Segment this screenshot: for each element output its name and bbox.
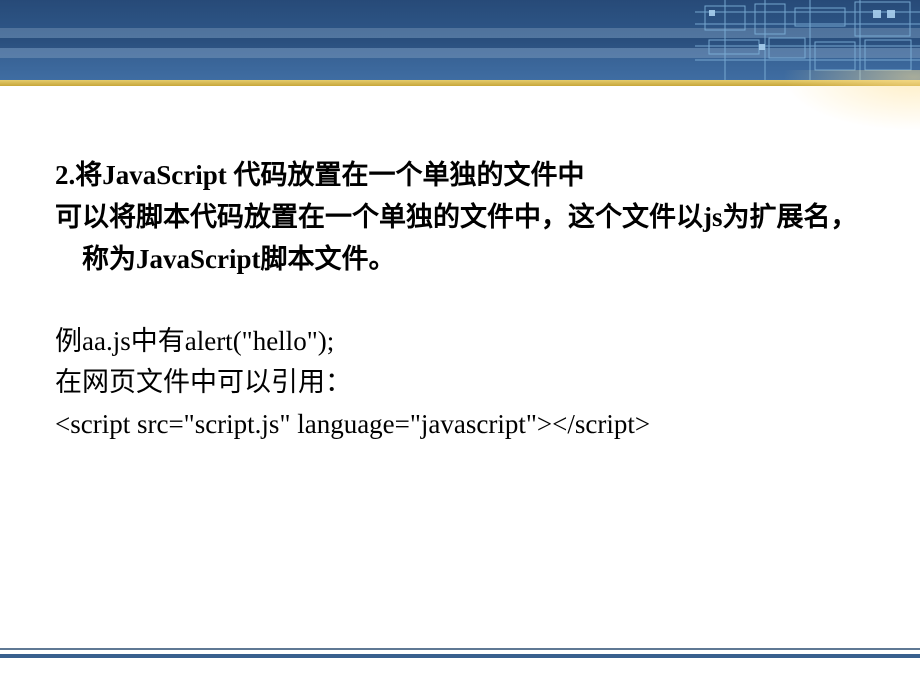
slide-body: 2.将JavaScript 代码放置在一个单独的文件中 可以将脚本代码放置在一个… — [55, 155, 875, 446]
slide-banner — [0, 0, 920, 98]
circuit-decoration — [695, 0, 920, 80]
spacer — [55, 281, 875, 321]
banner-gold-line — [0, 80, 920, 86]
example-line-2: 在网页文件中可以引用： — [55, 362, 875, 404]
example-code: <script src="script.js" language="javasc… — [55, 404, 875, 446]
example-line-1: 例aa.js中有alert("hello"); — [55, 321, 875, 363]
slide-heading: 2.将JavaScript 代码放置在一个单独的文件中 — [55, 155, 875, 197]
slide-footer-lines — [0, 648, 920, 658]
slide-intro: 可以将脚本代码放置在一个单独的文件中，这个文件以js为扩展名，称为JavaScr… — [55, 197, 875, 281]
